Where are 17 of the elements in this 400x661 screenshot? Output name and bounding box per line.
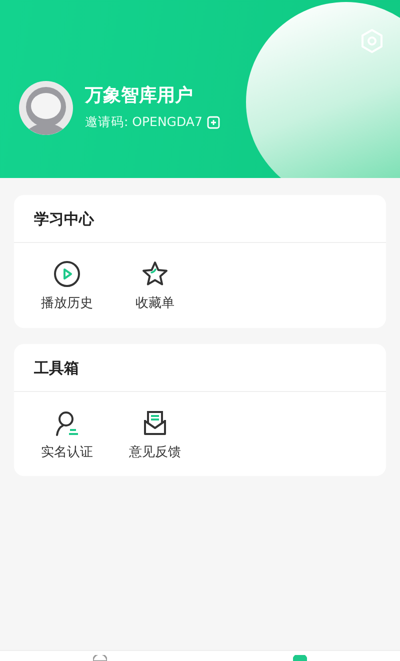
person-icon (53, 408, 81, 436)
play-icon (53, 260, 81, 288)
user-name: 万象智库用户 (85, 84, 194, 107)
star-icon (141, 260, 169, 288)
settings-icon[interactable] (359, 28, 385, 54)
menu-item[interactable]: 意见反馈 (111, 392, 199, 476)
menu-item[interactable]: 收藏单 (111, 243, 199, 328)
copy-icon[interactable] (207, 116, 220, 128)
tab-icon[interactable] (293, 655, 307, 661)
section-title: 工具箱 (14, 344, 386, 392)
invite-code: 邀请码: OPENGDA7 (85, 112, 202, 131)
avatar[interactable] (19, 81, 73, 135)
menu-item[interactable]: 实名认证 (23, 392, 111, 476)
section-title: 学习中心 (14, 195, 386, 243)
mail-icon (141, 408, 169, 436)
tab-icon[interactable] (93, 655, 107, 661)
menu-item[interactable]: 播放历史 (23, 243, 111, 328)
